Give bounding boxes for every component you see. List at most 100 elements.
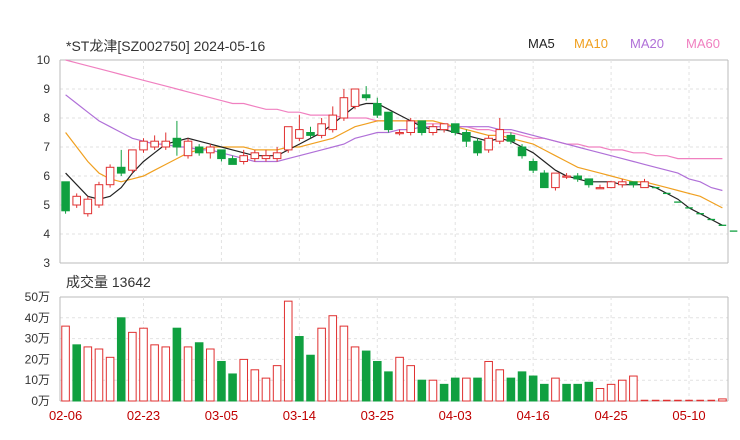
candle-body xyxy=(306,132,315,136)
volume-bar xyxy=(239,358,248,402)
volume-bar xyxy=(718,398,727,402)
volume-bar xyxy=(629,375,638,402)
volume-bar xyxy=(328,315,338,402)
volume-bar xyxy=(506,377,516,402)
volume-tick-label: 0万 xyxy=(31,394,50,408)
candle-body xyxy=(61,181,70,212)
volume-bar xyxy=(517,371,527,402)
ma5-line xyxy=(65,102,723,226)
date-tick-label: 03-25 xyxy=(361,408,394,423)
volume-bar xyxy=(261,377,271,402)
candle-body xyxy=(194,146,204,154)
candle-body xyxy=(384,111,393,131)
candle-body xyxy=(183,140,193,157)
candle-body xyxy=(283,126,293,151)
volume-bar xyxy=(139,327,148,402)
volume-tick-label: 10万 xyxy=(25,373,50,387)
volume-bar xyxy=(473,377,482,402)
candle-body xyxy=(562,175,571,178)
date-tick-label: 04-03 xyxy=(439,408,472,423)
volume-bar xyxy=(250,369,260,402)
volume-bar xyxy=(584,381,594,402)
candle-body xyxy=(484,137,493,151)
volume-tick-label: 40万 xyxy=(25,311,50,325)
volume-bar xyxy=(206,348,215,402)
volume-bar xyxy=(172,327,182,402)
candle-body xyxy=(540,172,549,189)
candle-body xyxy=(239,155,248,162)
volume-bar xyxy=(417,379,427,402)
price-tick-label: 5 xyxy=(43,198,50,212)
volume-bar xyxy=(61,325,70,402)
volume-bar xyxy=(551,377,560,402)
price-tick-label: 4 xyxy=(43,227,50,241)
volume-tick-label: 20万 xyxy=(25,352,50,366)
volume-bar xyxy=(94,348,104,402)
volume-bar xyxy=(150,344,159,402)
volume-bar xyxy=(72,344,81,402)
volume-bar xyxy=(272,365,282,402)
volume-bar xyxy=(450,377,460,402)
price-tick-label: 8 xyxy=(43,111,50,125)
volume-bar xyxy=(350,346,360,402)
date-tick-label: 02-06 xyxy=(49,408,82,423)
candle-body xyxy=(584,178,594,186)
candle-body xyxy=(105,166,115,186)
candle-body xyxy=(439,123,449,131)
volume-bar xyxy=(361,350,371,402)
date-tick-label: 04-16 xyxy=(517,408,550,423)
volume-bar xyxy=(373,360,382,402)
volume-bar xyxy=(194,342,204,402)
volume-bar xyxy=(83,346,93,402)
volume-bar xyxy=(161,346,171,402)
candle-body xyxy=(250,152,260,160)
candle-body xyxy=(528,161,538,171)
candle-body xyxy=(506,134,516,142)
volume-bar xyxy=(339,325,349,402)
candle-body xyxy=(462,132,471,142)
candle-body xyxy=(361,94,371,99)
candle-body xyxy=(517,146,527,157)
candle-body xyxy=(228,158,237,165)
candle-body xyxy=(373,103,382,116)
volume-bar xyxy=(573,383,582,402)
volume-bar xyxy=(384,371,393,402)
volume-bar xyxy=(283,300,293,402)
volume-bar xyxy=(562,383,571,402)
candle-body xyxy=(629,181,638,186)
price-tick-label: 6 xyxy=(43,169,50,183)
candle-body xyxy=(150,140,159,148)
candle-body xyxy=(72,195,81,206)
volume-bar xyxy=(606,383,616,402)
stock-chart: 10 9 8 7 6 5 4 3 50万 40万 30万 20万 10万 0万02-06 02-23 03-0… xyxy=(25,53,738,423)
candle-body xyxy=(640,181,649,189)
volume-bar xyxy=(217,360,226,402)
volume-bar xyxy=(395,356,404,402)
candle-body xyxy=(116,166,126,174)
candle-body xyxy=(450,123,460,134)
candle-body xyxy=(139,140,148,151)
volume-tick-label: 30万 xyxy=(25,332,50,346)
candle-body xyxy=(217,149,226,160)
volume-bar xyxy=(439,383,449,402)
volume-bar xyxy=(484,360,493,402)
candle-body xyxy=(161,140,171,148)
candle-body xyxy=(328,114,338,131)
volume-bar xyxy=(595,388,605,402)
volume-bar xyxy=(295,336,304,402)
candle-body xyxy=(617,181,627,186)
date-tick-label: 03-05 xyxy=(205,408,238,423)
volume-bar xyxy=(617,379,627,402)
candle-body xyxy=(350,88,360,107)
volume-bar xyxy=(428,379,438,402)
candle-body xyxy=(83,198,93,215)
candle-body xyxy=(172,137,182,148)
candle-body xyxy=(473,140,482,154)
volume-bar xyxy=(540,383,549,402)
candle-body xyxy=(606,181,616,189)
candle-body xyxy=(94,184,104,206)
candle-body xyxy=(295,129,304,139)
date-tick-label: 02-23 xyxy=(127,408,160,423)
candle-body xyxy=(428,126,438,133)
volume-bar xyxy=(528,375,538,402)
